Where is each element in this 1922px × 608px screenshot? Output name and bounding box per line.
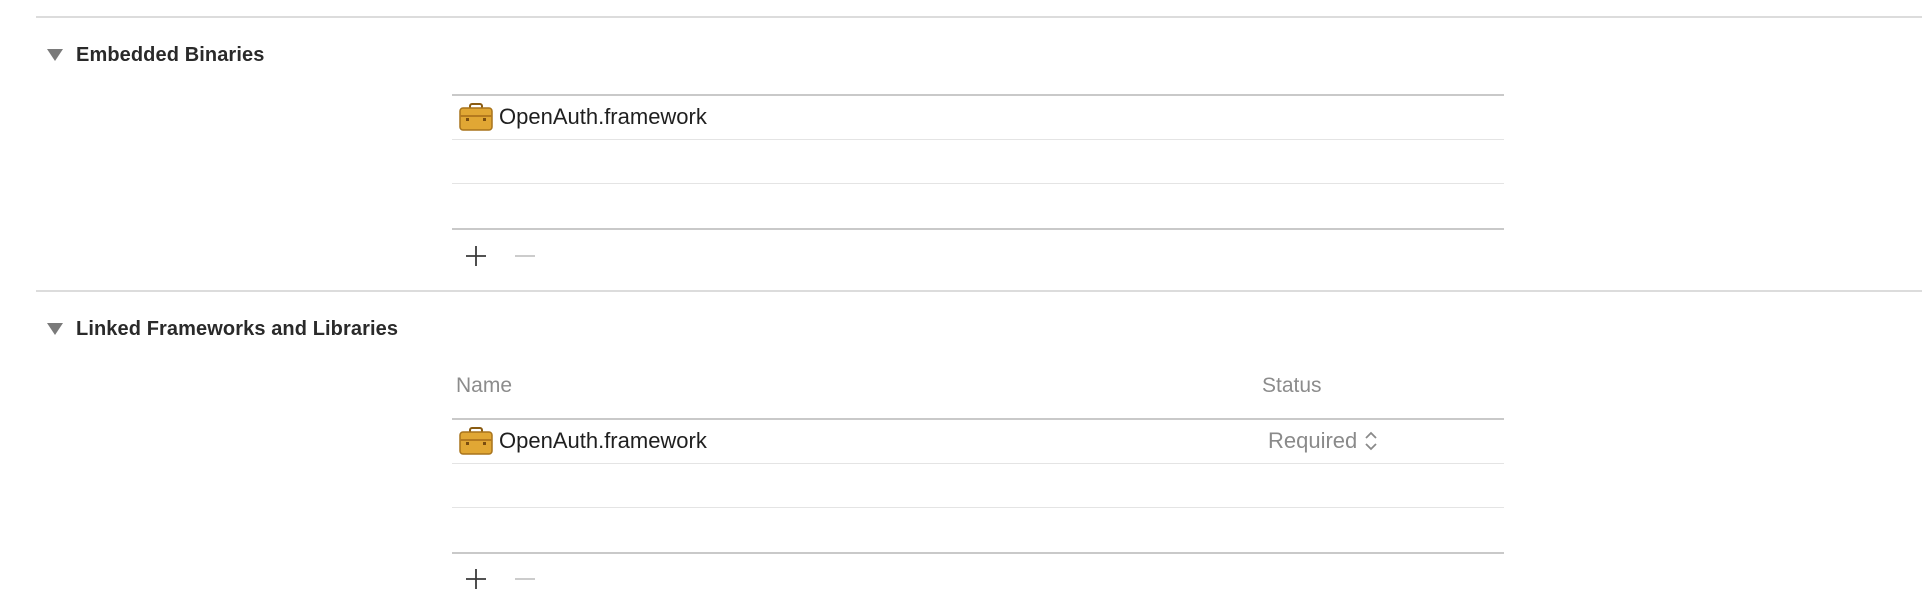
table-bottom-border [452,228,1504,230]
row-divider [452,507,1504,508]
framework-toolbox-icon [459,427,493,455]
framework-name: OpenAuth.framework [499,104,707,129]
remove-button[interactable] [510,564,540,594]
remove-button[interactable] [510,241,540,271]
embedded-binaries-table: OpenAuth.framework [452,94,1504,268]
disclosure-triangle-down-icon[interactable] [46,48,64,62]
add-button[interactable] [461,564,491,594]
column-header-status[interactable]: Status [1262,374,1322,398]
table-bottom-border [452,552,1504,554]
minus-icon [515,578,535,580]
row-divider [452,463,1504,464]
section-separator [36,16,1922,18]
disclosure-triangle-down-icon[interactable] [46,322,64,336]
section-separator [36,290,1922,292]
linked-frameworks-title: Linked Frameworks and Libraries [76,317,399,340]
status-popup-button[interactable]: Required [1268,428,1379,454]
up-down-chevron-icon [1365,431,1377,451]
embedded-binaries-header[interactable]: Embedded Binaries [46,40,264,70]
linked-frameworks-header[interactable]: Linked Frameworks and Libraries [46,314,398,344]
linked-frameworks-table: Name Status OpenAuth.framework Required [452,368,1504,602]
embedded-binaries-title: Embedded Binaries [76,43,265,66]
minus-icon [515,255,535,257]
plus-icon [466,246,486,266]
status-value: Required [1268,428,1358,453]
framework-toolbox-icon [459,103,493,131]
table-row[interactable]: OpenAuth.framework [452,95,1504,139]
framework-name: OpenAuth.framework [499,428,707,453]
build-phases-panel: Embedded Binaries OpenAuth.framework Lin… [0,0,1922,608]
column-header-name[interactable]: Name [456,374,512,398]
add-button[interactable] [461,241,491,271]
table-row[interactable]: OpenAuth.framework Required [452,419,1504,463]
row-divider [452,183,1504,184]
plus-icon [466,569,486,589]
row-divider [452,139,1504,140]
